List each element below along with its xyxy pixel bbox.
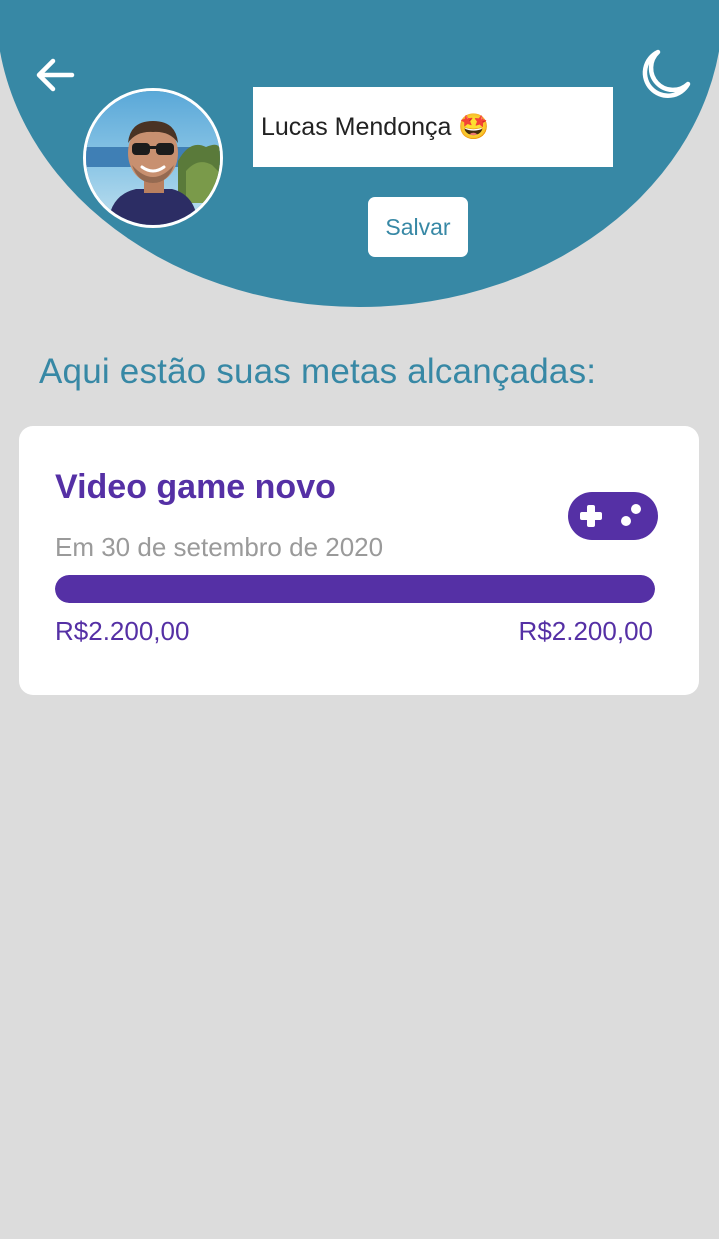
goal-current-amount: R$2.200,00 [55, 616, 190, 646]
goal-target-amount: R$2.200,00 [518, 616, 653, 646]
name-input[interactable]: Lucas Mendonça 🤩 [253, 87, 613, 167]
goal-progress-bar [55, 575, 655, 603]
arrow-left-icon [36, 58, 75, 92]
back-button[interactable] [34, 54, 76, 96]
avatar[interactable] [83, 88, 223, 228]
dark-mode-toggle[interactable] [636, 46, 694, 104]
goal-progress-fill [55, 575, 655, 603]
section-title: Aqui estão suas metas alcançadas: [39, 352, 597, 391]
goal-card[interactable]: Video game novo Em 30 de setembro de 202… [19, 426, 699, 695]
goal-title: Video game novo [55, 468, 336, 506]
save-button[interactable]: Salvar [368, 197, 468, 257]
name-input-value: Lucas Mendonça 🤩 [261, 112, 490, 141]
goal-date: Em 30 de setembro de 2020 [55, 532, 384, 562]
gamepad-icon [566, 490, 660, 542]
user-photo [86, 91, 220, 225]
moon-icon [642, 49, 691, 98]
